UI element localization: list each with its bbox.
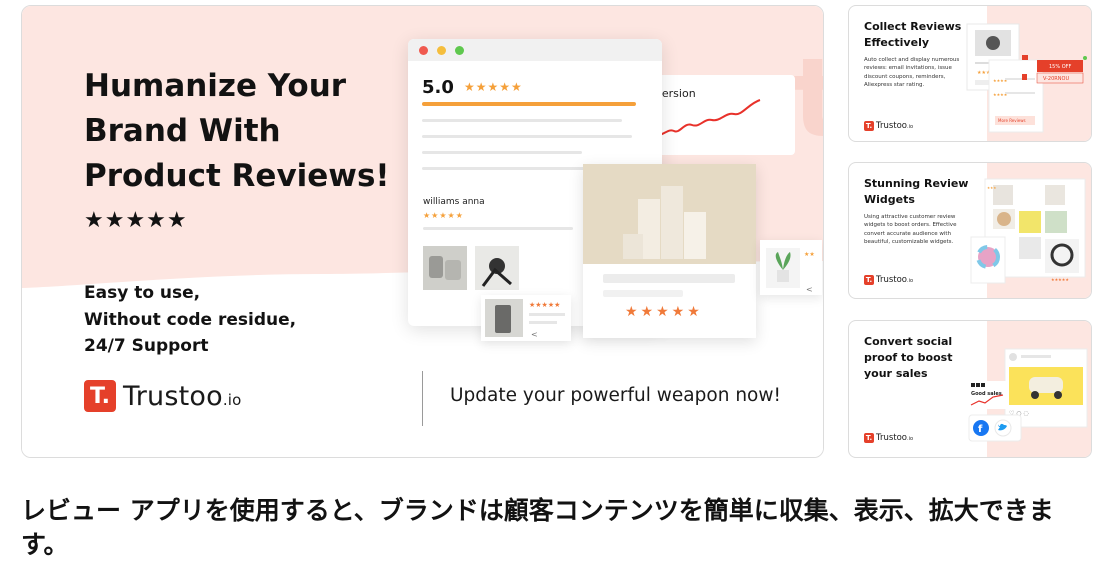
logo-suffix: .io [907, 124, 914, 130]
small-review-card: ★★★★★ < [481, 295, 571, 341]
review-photo [423, 246, 467, 290]
hero-cta-text[interactable]: Update your powerful weapon now! [450, 385, 781, 406]
feature-item: Without code residue, [84, 309, 297, 330]
maximize-dot-icon [455, 46, 464, 55]
mock-score-stars: ★★★★★ [464, 80, 523, 94]
svg-text:★★★: ★★★ [987, 186, 996, 190]
plant-icon: ★★ < [766, 248, 815, 294]
trustoo-logo-small: T. Trustoo.io [864, 121, 913, 131]
reviewer-name: williams anna [423, 197, 485, 207]
window-titlebar [408, 39, 662, 61]
product-stars: ★★★★★ [625, 304, 703, 320]
hero-feature-list: Easy to use, Without code residue, 24/7 … [84, 280, 296, 360]
discount-badge: 15% OFF [1049, 64, 1072, 70]
feature-card-collect-reviews[interactable]: Collect Reviews Effectively Auto collect… [848, 5, 1092, 142]
placeholder-line [603, 274, 735, 283]
svg-text:★★★★★: ★★★★★ [1051, 277, 1069, 282]
mock-score: 5.0 [422, 77, 454, 98]
logo-mark: T. [864, 433, 874, 443]
placeholder-line [603, 290, 683, 297]
logo-suffix: .io [907, 278, 914, 284]
logo-mark: T. [864, 121, 874, 131]
logo-word: Trustoo [123, 380, 223, 412]
page-caption: レビュー アプリを使用すると、ブランドは顧客コンテンツを簡単に収集、表示、拡大で… [21, 496, 1054, 559]
collect-reviews-illustration: ★★★★★ ★★★★ ★★★★ More Reviews 15% OFF V-2… [966, 23, 1087, 133]
hero-title: Humanize Your Brand With Product Reviews… [84, 68, 390, 194]
placeholder-line [423, 227, 573, 230]
svg-text:tst: tst [792, 34, 824, 162]
logo-suffix: .io [907, 436, 914, 442]
trustoo-logo-small: T. Trustoo.io [864, 433, 913, 443]
logo-mark: T. [864, 275, 874, 285]
svg-text:★★: ★★ [804, 251, 815, 258]
placeholder-line [422, 151, 582, 154]
trustoo-logo: T. Trustoo.io [84, 380, 242, 412]
minimize-dot-icon [437, 46, 446, 55]
logo-mark: T. [84, 380, 116, 412]
feature-item: 24/7 Support [84, 336, 209, 356]
feature-item: Easy to use, [84, 283, 201, 303]
trustoo-logo-small: T. Trustoo.io [864, 275, 913, 285]
svg-text:<: < [806, 285, 813, 294]
review-widgets-illustration: ★★★★★ ★★★ [970, 178, 1086, 284]
logo-word: Trustoo [876, 121, 907, 131]
hero-rating-stars: ★★★★★ [84, 208, 188, 233]
product-image [583, 164, 756, 264]
svg-text:f: f [978, 424, 983, 435]
divider [422, 371, 423, 426]
social-proof-illustration: ♡ ○ ◌ Good sales f [968, 348, 1088, 442]
logo-suffix: .io [222, 390, 242, 409]
hero-banner[interactable]: tst Humanize Your Brand With Product Rev… [21, 5, 824, 458]
logo-word: Trustoo [876, 433, 907, 443]
feature-card-review-widgets[interactable]: Stunning Review Widgets Using attractive… [848, 162, 1092, 299]
coupon-code: V-20RNOU [1043, 76, 1069, 82]
feature-card-description: Using attractive customer review widgets… [864, 214, 957, 246]
logo-word: Trustoo [876, 275, 907, 285]
small-card-stars: ★★★★★ [529, 301, 560, 309]
placeholder-line [422, 119, 622, 122]
feature-card-description: Auto collect and display numerous review… [864, 57, 960, 89]
feature-card-social-proof[interactable]: Convert social proof to boost your sales… [848, 320, 1092, 458]
rating-bar [422, 102, 636, 106]
close-dot-icon [419, 46, 428, 55]
review-photo [475, 246, 519, 290]
product-card: ★★★★★ [583, 164, 756, 338]
svg-text:<: < [531, 330, 538, 339]
more-reviews-label: More Reviews [998, 118, 1026, 123]
plant-review-card: ★★ < [760, 240, 822, 295]
placeholder-line [422, 135, 632, 138]
reviewer-stars: ★★★★★ [423, 211, 464, 220]
